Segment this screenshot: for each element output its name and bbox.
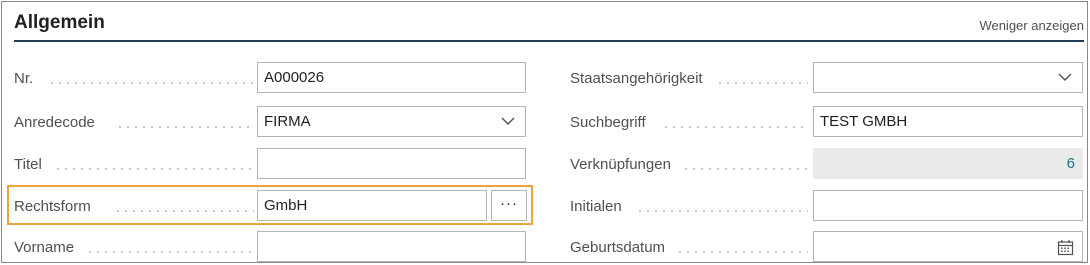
geburtsdatum-label: Geburtsdatum xyxy=(570,239,666,256)
nr-label: Nr. xyxy=(14,70,34,87)
label-leader-dots xyxy=(48,82,254,84)
label-leader-dots xyxy=(114,210,254,212)
row-staatsangehoerigkeit: Staatsangehörigkeit xyxy=(570,62,1084,94)
rechtsform-input[interactable]: GmbH xyxy=(257,190,487,221)
row-vorname: Vorname xyxy=(14,231,526,263)
suchbegriff-input[interactable]: TEST GMBH xyxy=(813,106,1083,137)
anredecode-label: Anredecode xyxy=(14,114,95,131)
label-leader-dots xyxy=(716,82,808,84)
anredecode-value: FIRMA xyxy=(264,113,311,130)
row-verknuepfungen: Verknüpfungen 6 xyxy=(570,148,1084,180)
show-less-link[interactable]: Weniger anzeigen xyxy=(979,18,1084,33)
label-leader-dots xyxy=(636,210,808,212)
label-leader-dots xyxy=(682,168,808,170)
titel-label: Titel xyxy=(14,156,42,173)
verknuepfungen-label: Verknüpfungen xyxy=(570,156,671,173)
row-suchbegriff: Suchbegriff TEST GMBH xyxy=(570,106,1084,138)
row-rechtsform: Rechtsform GmbH ··· xyxy=(14,190,527,222)
label-leader-dots xyxy=(54,168,254,170)
initialen-input[interactable] xyxy=(813,190,1083,221)
verknuepfungen-count[interactable]: 6 xyxy=(1067,155,1075,172)
calendar-icon[interactable] xyxy=(1057,239,1074,256)
vorname-label: Vorname xyxy=(14,239,75,256)
nr-input[interactable]: A000026 xyxy=(257,62,526,93)
row-titel: Titel xyxy=(14,148,526,180)
anredecode-select[interactable]: FIRMA xyxy=(257,106,526,137)
label-leader-dots xyxy=(116,126,254,128)
row-nr: Nr. A000026 xyxy=(14,62,526,94)
staatsangehoerigkeit-label: Staatsangehörigkeit xyxy=(570,70,703,87)
initialen-label: Initialen xyxy=(570,198,622,215)
vorname-input[interactable] xyxy=(257,231,526,262)
rechtsform-lookup-button[interactable]: ··· xyxy=(491,190,527,221)
chevron-down-icon[interactable] xyxy=(501,115,515,127)
rechtsform-label: Rechtsform xyxy=(14,198,91,215)
general-fasttab: Allgemein Weniger anzeigen Nr. A000026 A… xyxy=(1,1,1088,263)
row-anredecode: Anredecode FIRMA xyxy=(14,106,526,138)
geburtsdatum-input[interactable] xyxy=(813,231,1083,262)
row-initialen: Initialen xyxy=(570,190,1084,222)
verknuepfungen-field: 6 xyxy=(813,148,1083,179)
section-title: Allgemein xyxy=(14,12,105,33)
staatsangehoerigkeit-select[interactable] xyxy=(813,62,1083,93)
suchbegriff-label: Suchbegriff xyxy=(570,114,646,131)
row-geburtsdatum: Geburtsdatum xyxy=(570,231,1084,263)
label-leader-dots xyxy=(86,251,254,253)
label-leader-dots xyxy=(662,126,808,128)
chevron-down-icon[interactable] xyxy=(1058,71,1072,83)
titel-input[interactable] xyxy=(257,148,526,179)
section-header: Allgemein Weniger anzeigen xyxy=(14,12,1084,42)
label-leader-dots xyxy=(676,251,808,253)
